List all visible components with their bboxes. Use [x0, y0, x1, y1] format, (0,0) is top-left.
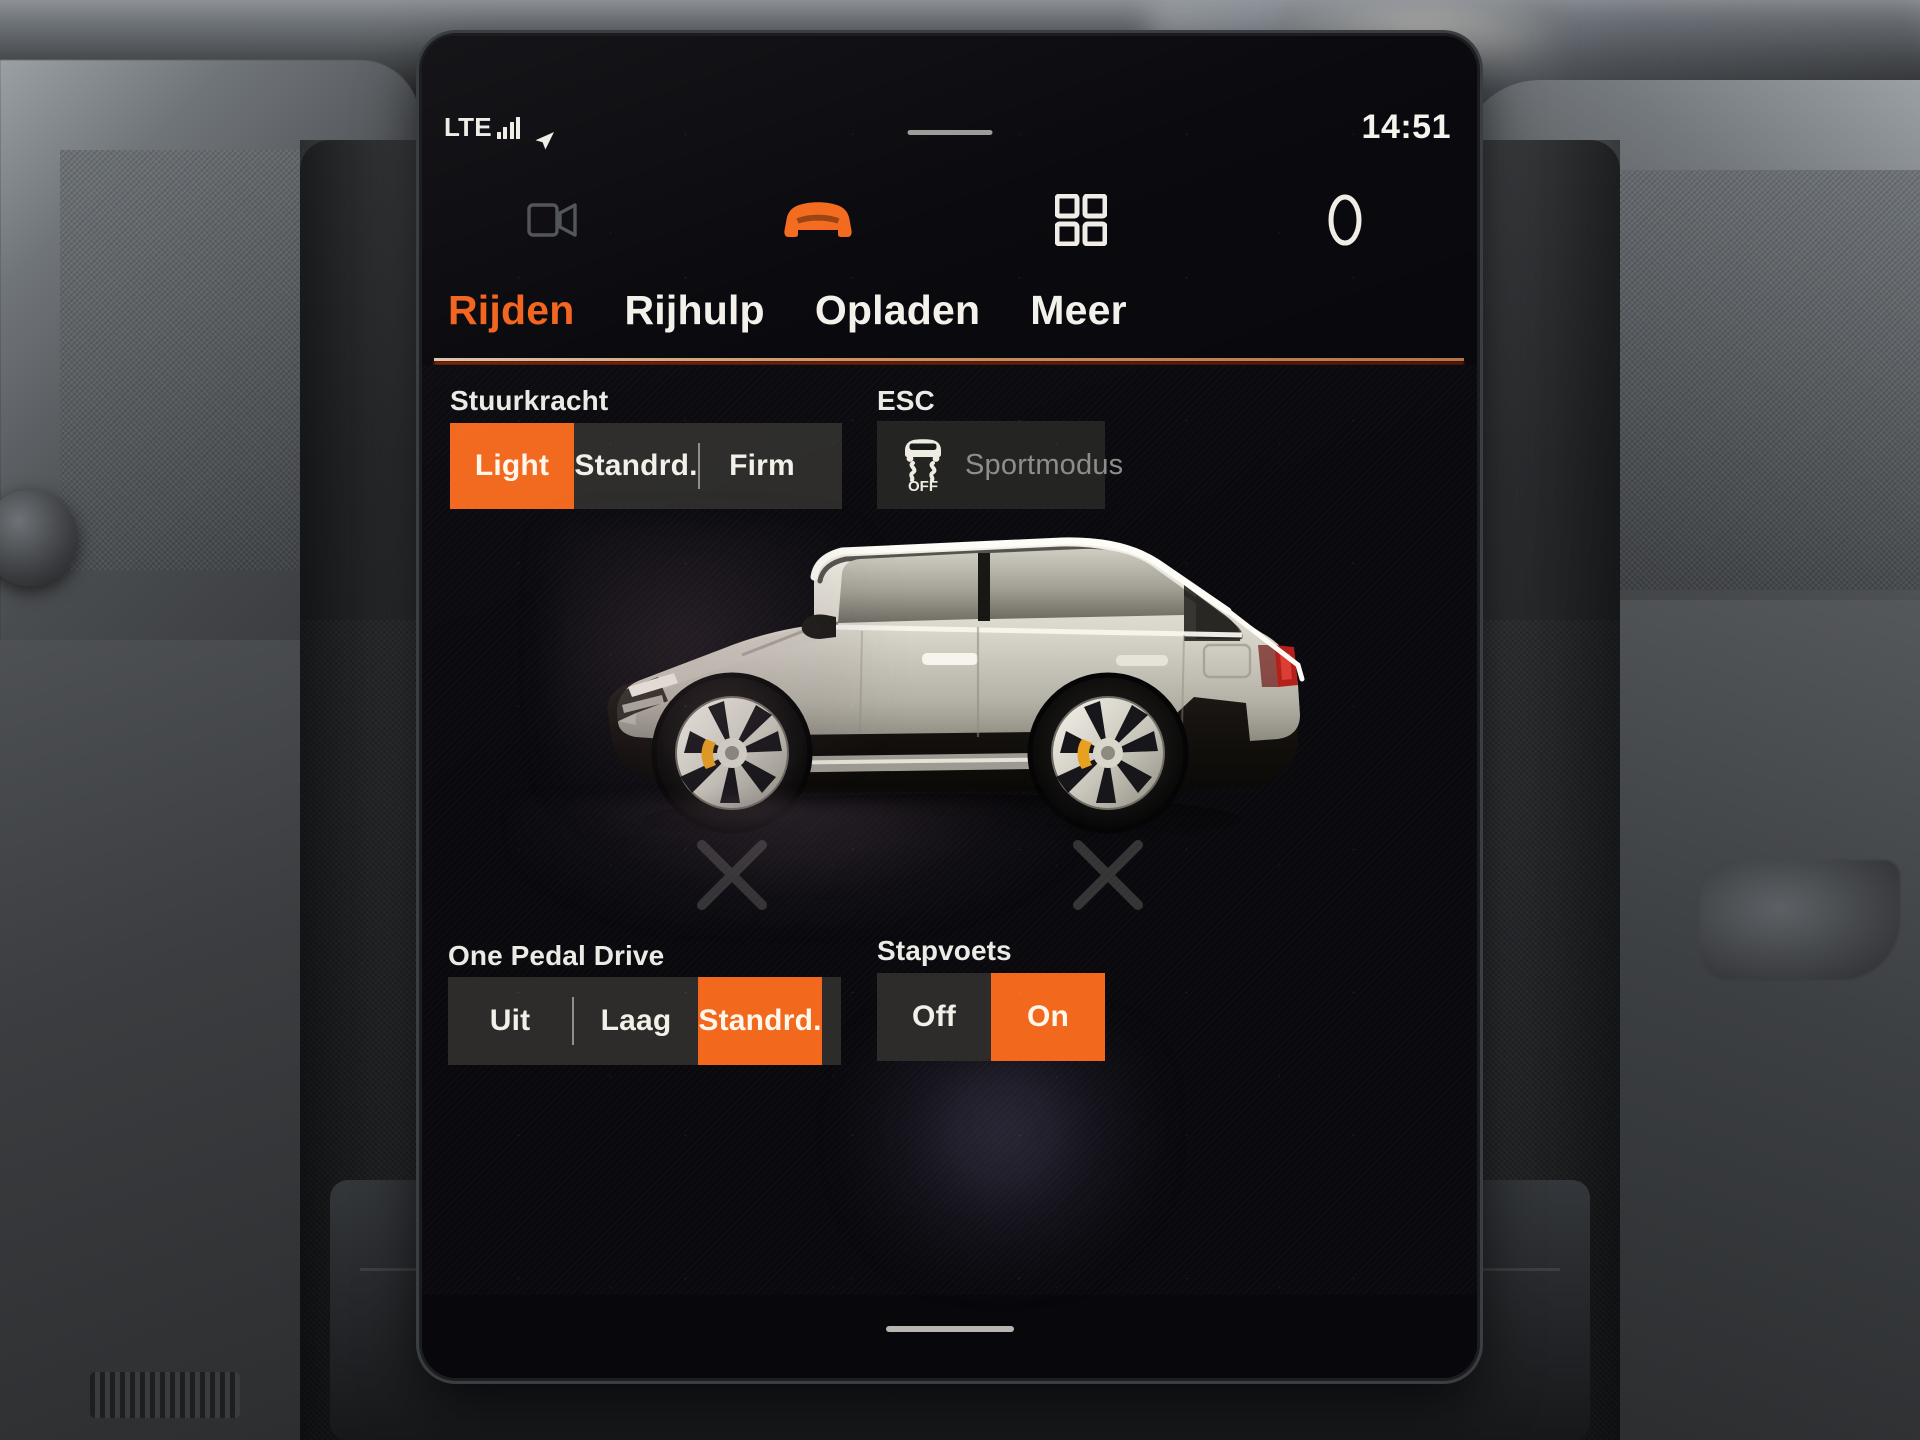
opd-option-uit[interactable]: Uit — [448, 977, 572, 1065]
profile-icon — [1323, 192, 1367, 253]
steering-option-standard[interactable]: Standrd. — [574, 423, 698, 509]
creep-option-on[interactable]: On — [991, 973, 1105, 1061]
status-bar-left: LTE — [444, 112, 555, 149]
car-interior-scene: LTE 14:51 Rijden Rijhulp Opladen Meer St… — [0, 0, 1920, 1440]
screen-reflection-upper — [552, 525, 882, 825]
camera-icon — [526, 200, 582, 245]
clock: 14:51 — [1361, 108, 1451, 146]
apps-button[interactable] — [950, 176, 1214, 268]
one-pedal-drive-label: One Pedal Drive — [448, 940, 665, 971]
creep-segmented-control: Off On — [877, 973, 1105, 1061]
car-icon — [781, 197, 855, 248]
opd-option-laag[interactable]: Laag — [574, 977, 698, 1065]
camera-button[interactable] — [422, 176, 686, 268]
section-tabs: Rijden Rijhulp Opladen Meer — [422, 274, 1477, 346]
network-label: LTE — [444, 112, 492, 142]
apps-grid-icon — [1054, 193, 1108, 251]
door-grab-handle — [1700, 860, 1900, 980]
opd-option-standard[interactable]: Standrd. — [698, 977, 822, 1065]
steering-section-label: Stuurkracht — [450, 385, 609, 416]
steering-force-segmented-control: Light Standrd. Firm — [450, 423, 842, 509]
tab-underline — [434, 358, 1464, 361]
esc-off-icon: OFF — [897, 433, 949, 498]
status-bar: LTE 14:51 — [422, 108, 1477, 168]
svg-text:OFF: OFF — [908, 478, 938, 493]
vehicle-floor-reflection — [512, 800, 1072, 930]
one-pedal-drive-segmented-control: Uit Laag Standrd. — [448, 977, 841, 1065]
tab-opladen[interactable]: Opladen — [815, 287, 980, 334]
steering-option-light[interactable]: Light — [450, 423, 574, 509]
tab-rijhulp[interactable]: Rijhulp — [624, 287, 764, 334]
esc-section-label: ESC — [877, 385, 935, 416]
tab-rijden[interactable]: Rijden — [448, 287, 574, 334]
lower-vent-grille — [90, 1372, 240, 1418]
profile-button[interactable] — [1213, 176, 1477, 268]
tab-meer[interactable]: Meer — [1030, 287, 1127, 334]
drag-handle-pill[interactable] — [907, 130, 992, 135]
infotainment-tablet: LTE 14:51 Rijden Rijhulp Opladen Meer St… — [422, 36, 1477, 1378]
vehicle-side-view — [422, 515, 1477, 1275]
steering-option-firm[interactable]: Firm — [700, 423, 824, 509]
infotainment-screen: LTE 14:51 Rijden Rijhulp Opladen Meer St… — [422, 36, 1477, 1378]
screen-reflection-lower — [852, 1035, 1152, 1275]
home-indicator[interactable] — [885, 1326, 1014, 1332]
signal-bars-icon — [496, 116, 521, 139]
esc-sport-mode-tile[interactable]: OFF Sportmodus — [877, 421, 1123, 509]
main-icon-bar — [422, 176, 1477, 268]
car-button[interactable] — [686, 176, 950, 268]
esc-tile-label: Sportmodus — [965, 448, 1124, 481]
creep-section-label: Stapvoets — [877, 935, 1012, 966]
drive-settings-panel: Stuurkracht Light Standrd. Firm ESC OFF … — [422, 365, 1477, 1295]
creep-option-off[interactable]: Off — [877, 973, 991, 1061]
